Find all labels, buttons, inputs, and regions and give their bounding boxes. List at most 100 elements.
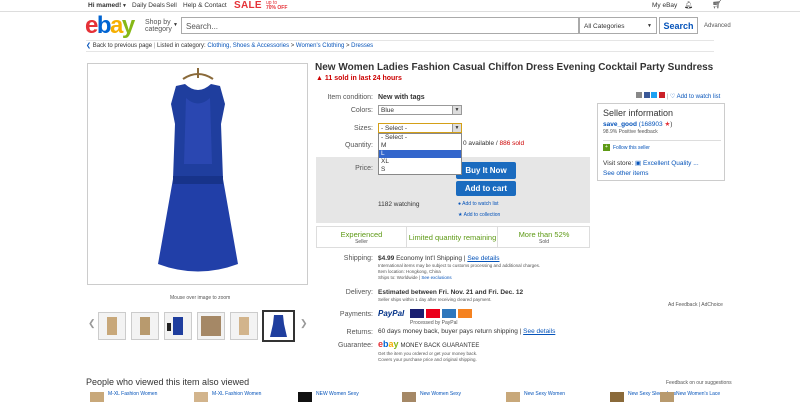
pinterest-icon[interactable]: [659, 92, 666, 98]
see-other-items-link[interactable]: See other items: [603, 170, 649, 177]
item-title: New Women Ladies Fashion Casual Chiffon …: [315, 62, 714, 73]
related-item-title[interactable]: New Women Sexy: [420, 391, 461, 397]
condition-value: New with tags: [378, 94, 425, 101]
colors-select[interactable]: Blue ▼: [378, 105, 462, 115]
shop-by-category[interactable]: Shop by category: [145, 19, 172, 33]
sale-sub-line2: 70% OFF: [266, 5, 288, 11]
see-details-link[interactable]: See details: [467, 255, 499, 262]
plus-icon[interactable]: +: [603, 144, 610, 151]
greeting-link[interactable]: Hi mamed!: [88, 2, 121, 9]
related-item-image[interactable]: [610, 392, 624, 402]
thumbnail[interactable]: [197, 312, 225, 340]
back-link[interactable]: Back to previous page: [93, 43, 152, 49]
related-item-title[interactable]: M-XL Fashion Women: [212, 391, 261, 397]
seller-name[interactable]: save_good: [603, 121, 637, 128]
search-button[interactable]: Search: [659, 17, 698, 34]
guarantee-banner[interactable]: ebay MONEY BACK GUARANTEE: [378, 339, 479, 349]
returns-info: 60 days money back, buyer pays return sh…: [378, 328, 556, 335]
related-item-image[interactable]: [506, 392, 520, 402]
logo-letter-e: e: [85, 12, 98, 39]
related-item-image[interactable]: [402, 392, 416, 402]
shipping-info: $4.99 Economy Int'l Shipping | See detai…: [378, 255, 500, 262]
heart-icon[interactable]: ♡: [670, 94, 675, 100]
thumbnail-image: [107, 317, 117, 335]
related-feedback-link[interactable]: Feedback on our suggestions: [666, 380, 732, 386]
related-item-image[interactable]: [194, 392, 208, 402]
related-item-image[interactable]: [298, 392, 312, 402]
sold-count[interactable]: 886 sold: [500, 140, 525, 147]
thumbnail-image: [270, 315, 287, 337]
chevron-down-icon: ▼: [452, 106, 461, 114]
bell-icon[interactable]: 🔔︎: [684, 1, 693, 9]
size-option[interactable]: - Select -: [379, 134, 461, 142]
twitter-icon[interactable]: [651, 92, 658, 98]
see-exclusions-link[interactable]: See exclusions: [421, 275, 451, 280]
related-item-title[interactable]: New Sexy Women: [524, 391, 565, 397]
eye-icon: ●: [458, 201, 462, 207]
ships-to: Ships to: Worldwide | See exclusions: [378, 275, 452, 280]
related-item-title[interactable]: M-XL Fashion Women: [108, 391, 157, 397]
breadcrumb-item-clothing[interactable]: Clothing, Shoes & Accessories: [207, 43, 289, 49]
ebay-logo[interactable]: ebay: [85, 12, 135, 39]
sale-banner[interactable]: SALE: [234, 0, 262, 11]
seller-feedback-score[interactable]: (168903: [639, 121, 663, 128]
size-option[interactable]: S: [379, 166, 461, 174]
sold-recent-text: 11 sold in last 24 hours: [324, 75, 402, 82]
search-input[interactable]: Search...: [181, 17, 579, 34]
share-add-watch-link[interactable]: Add to watch list: [677, 94, 721, 100]
amex-icon: [442, 309, 456, 318]
thumbnail[interactable]: [230, 312, 258, 340]
related-item-image[interactable]: [660, 392, 674, 402]
follow-seller-link[interactable]: Follow this seller: [613, 145, 650, 151]
size-option[interactable]: XL: [379, 158, 461, 166]
daily-deals-link[interactable]: Daily Deals: [132, 2, 165, 9]
condition-label: Item condition:: [327, 94, 373, 101]
related-item-image[interactable]: [90, 392, 104, 402]
breadcrumb-item-dresses[interactable]: Dresses: [351, 43, 373, 49]
shipping-label: Shipping:: [343, 255, 373, 262]
chevron-right-icon[interactable]: ❯: [300, 318, 308, 329]
advanced-search-link[interactable]: Advanced: [704, 23, 731, 29]
badge-sub: Sold: [538, 239, 549, 245]
breadcrumb-item-womens[interactable]: Women's Clothing: [296, 43, 344, 49]
thumbnail[interactable]: [164, 312, 192, 340]
buy-it-now-button[interactable]: Buy It Now: [456, 162, 516, 179]
size-option[interactable]: M: [379, 142, 461, 150]
help-link[interactable]: Help & Contact: [183, 2, 227, 9]
add-watch-link[interactable]: ● Add to watch list: [458, 201, 499, 207]
related-item-title[interactable]: New Women's Lace: [676, 391, 720, 397]
thumbnail-image: [201, 316, 221, 336]
fire-icon: ▲: [316, 75, 323, 82]
breadcrumb: ❮ Back to previous page | Listed in cate…: [86, 40, 714, 52]
adchoice-link[interactable]: AdChoice: [701, 302, 723, 308]
thumbnail[interactable]: [98, 312, 126, 340]
sell-link[interactable]: Sell: [166, 2, 177, 9]
badge-limited-quantity: Limited quantity remaining: [408, 227, 498, 247]
category-select-value: All Categories: [584, 23, 625, 30]
shipping-type: Economy Int'l Shipping: [396, 255, 463, 262]
sold-recent: ▲ 11 sold in last 24 hours: [316, 75, 402, 82]
store-name-link[interactable]: Excellent Quality ...: [643, 160, 699, 167]
add-collection-link[interactable]: ★ Add to collection: [458, 212, 500, 218]
returns-see-details-link[interactable]: See details: [523, 328, 555, 335]
email-icon[interactable]: [636, 92, 642, 98]
my-ebay-link[interactable]: My eBay: [652, 2, 677, 9]
related-item-title[interactable]: NEW Women Sexy: [316, 391, 359, 397]
main-product-image[interactable]: [87, 63, 308, 285]
add-to-cart-button[interactable]: Add to cart: [456, 181, 516, 196]
size-option[interactable]: L: [379, 150, 461, 158]
mastercard-icon: [426, 309, 440, 318]
chevron-left-icon[interactable]: ❮: [86, 43, 91, 49]
chevron-down-icon[interactable]: ▼: [122, 3, 127, 9]
category-select[interactable]: All Categories ▼: [579, 17, 657, 34]
sizes-select[interactable]: - Select - ▼: [378, 123, 462, 133]
visit-store-row: Visit store: ▣ Excellent Quality ...: [603, 159, 699, 167]
cart-icon[interactable]: 🛒︎: [712, 0, 722, 9]
badge-experienced: Experienced Seller: [317, 227, 407, 247]
ad-feedback-link[interactable]: Ad Feedback: [668, 302, 697, 308]
chevron-left-icon[interactable]: ❮: [88, 318, 96, 329]
facebook-icon[interactable]: [643, 92, 650, 98]
thumbnail[interactable]: [131, 312, 159, 340]
chevron-down-icon[interactable]: ▼: [173, 22, 178, 28]
thumbnail-selected[interactable]: [262, 310, 295, 342]
